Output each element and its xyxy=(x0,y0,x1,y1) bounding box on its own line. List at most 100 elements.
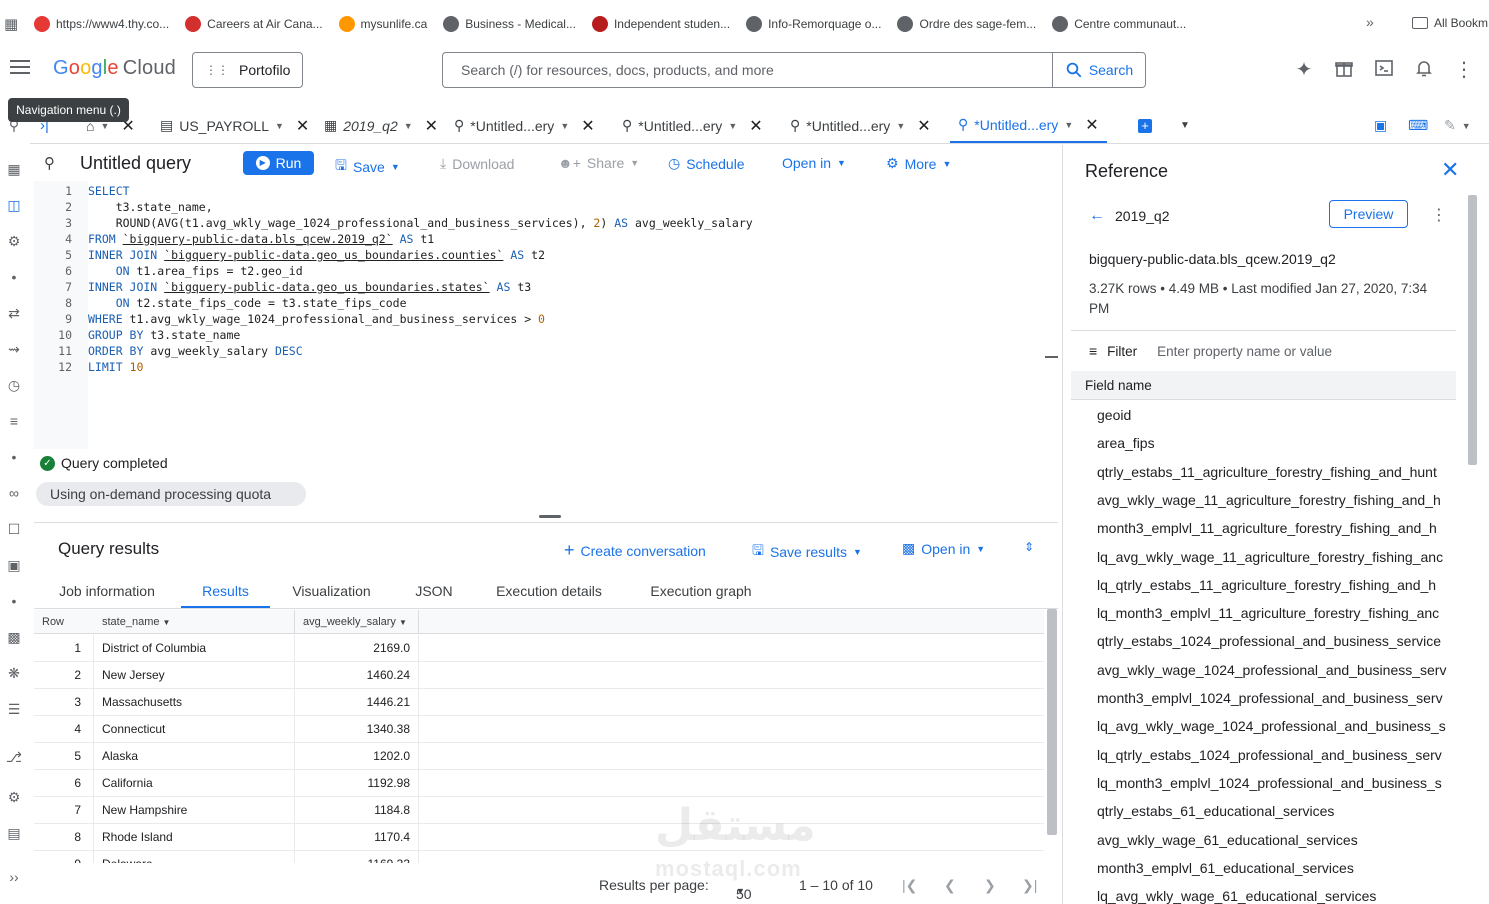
field-item[interactable]: lq_avg_wkly_wage_61_educational_services xyxy=(1097,882,1457,904)
state-name-cell[interactable]: District of Columbia xyxy=(94,635,295,662)
tab-overflow-button[interactable]: ▼ xyxy=(1180,108,1190,143)
more-vert-icon[interactable]: ⋮ xyxy=(1431,205,1447,225)
table-row[interactable]: 2 New Jersey 1460.24 xyxy=(34,662,1044,689)
expand-results-icon[interactable]: ⇕ xyxy=(1024,540,1034,554)
table-row[interactable]: 3 Massachusetts 1446.21 xyxy=(34,689,1044,716)
bookmark-item[interactable]: mysunlife.ca xyxy=(331,10,436,38)
gemini-sparkle-icon[interactable]: ✦ xyxy=(1292,58,1316,82)
lock-icon[interactable]: ☐ xyxy=(5,520,23,538)
bookmarks-overflow-icon[interactable]: » xyxy=(1366,14,1374,30)
tab-results[interactable]: Results xyxy=(181,573,270,608)
bookmark-item[interactable]: https://www4.thy.co... xyxy=(26,10,177,38)
gear-badge-icon[interactable]: ⚙ xyxy=(5,232,23,250)
field-item[interactable]: qtrly_estabs_61_educational_services xyxy=(1097,797,1457,825)
row-number-cell[interactable]: 2 xyxy=(34,662,94,689)
close-icon[interactable]: ✕ xyxy=(749,116,762,136)
reference-scrollbar[interactable] xyxy=(1468,195,1477,465)
close-icon[interactable]: ✕ xyxy=(425,116,438,136)
query-title[interactable]: Untitled query xyxy=(80,153,191,174)
hamburger-menu-icon[interactable] xyxy=(8,56,32,80)
salary-cell[interactable]: 1169.33 xyxy=(295,851,419,863)
salary-cell[interactable]: 1446.21 xyxy=(295,689,419,716)
first-page-icon[interactable]: |❮ xyxy=(902,877,917,894)
run-button[interactable]: ▶ Run xyxy=(243,151,314,175)
expand-rail-icon[interactable]: ›› xyxy=(5,868,23,886)
field-item[interactable]: lq_qtrly_estabs_1024_professional_and_bu… xyxy=(1097,741,1457,769)
state-name-cell[interactable]: Alaska xyxy=(94,743,295,770)
previous-page-icon[interactable]: ❮ xyxy=(944,877,956,894)
state-name-cell[interactable]: Connecticut xyxy=(94,716,295,743)
bookmark-item[interactable]: Ordre des sage-fem... xyxy=(889,10,1044,38)
salary-cell[interactable]: 1170.4 xyxy=(295,824,419,851)
state-name-cell[interactable]: Rhode Island xyxy=(94,824,295,851)
field-item[interactable]: qtrly_estabs_11_agriculture_forestry_fis… xyxy=(1097,458,1457,486)
more-vert-icon[interactable]: ⋮ xyxy=(1452,58,1476,82)
table-row[interactable]: 4 Connecticut 1340.38 xyxy=(34,716,1044,743)
bookmark-item[interactable]: Centre communaut... xyxy=(1044,10,1194,38)
keyboard-icon[interactable]: ⌨ xyxy=(1408,108,1428,143)
field-item[interactable]: lq_avg_wkly_wage_1024_professional_and_b… xyxy=(1097,712,1457,740)
field-item[interactable]: avg_wkly_wage_11_agriculture_forestry_fi… xyxy=(1097,486,1457,514)
splitter-drag-handle[interactable] xyxy=(539,515,561,518)
table-row[interactable]: 5 Alaska 1202.0 xyxy=(34,743,1044,770)
tab-job-information[interactable]: Job information xyxy=(42,573,172,608)
download-button[interactable]: ⤓ Download xyxy=(440,155,514,172)
field-item[interactable]: month3_emplvl_1024_professional_and_busi… xyxy=(1097,684,1457,712)
field-item[interactable]: lq_avg_wkly_wage_11_agriculture_forestry… xyxy=(1097,543,1457,571)
tab-table[interactable]: ▦ 2019_q2 ▼ ✕ xyxy=(324,108,438,143)
cloud-shell-icon[interactable] xyxy=(1372,58,1396,82)
field-item[interactable]: avg_wkly_wage_1024_professional_and_busi… xyxy=(1097,656,1457,684)
tab-query[interactable]: ⚲ *Untitled...ery ▼ ✕ xyxy=(622,108,763,143)
notifications-bell-icon[interactable] xyxy=(1412,58,1436,82)
row-number-cell[interactable]: 8 xyxy=(34,824,94,851)
release-notes-icon[interactable]: ▤ xyxy=(5,824,23,842)
field-item[interactable]: lq_month3_emplvl_11_agriculture_forestry… xyxy=(1097,599,1457,627)
tab-execution-details[interactable]: Execution details xyxy=(482,573,616,608)
close-icon[interactable]: ✕ xyxy=(1441,157,1459,183)
gift-icon[interactable] xyxy=(1332,58,1356,82)
save-button[interactable]: 🖫 Save ▼ xyxy=(335,155,400,179)
table-row[interactable]: 1 District of Columbia 2169.0 xyxy=(34,635,1044,662)
transfers-icon[interactable]: ⇄ xyxy=(5,304,23,322)
edit-wand-button[interactable]: ✎ ▼ xyxy=(1444,108,1471,143)
google-cloud-logo[interactable]: Google Cloud xyxy=(53,57,176,80)
search-button[interactable]: Search xyxy=(1052,52,1146,88)
state-name-cell[interactable]: Delaware xyxy=(94,851,295,863)
row-number-cell[interactable]: 7 xyxy=(34,797,94,824)
column-header-state-name[interactable]: state_name ▼ xyxy=(94,610,295,634)
close-icon[interactable]: ✕ xyxy=(581,116,594,136)
field-filter[interactable]: ≡ Filter Enter property name or value xyxy=(1089,343,1332,359)
tab-query[interactable]: ⚲ *Untitled...ery ▼ ✕ xyxy=(454,108,595,143)
state-name-cell[interactable]: New Jersey xyxy=(94,662,295,689)
sql-editor[interactable]: 1 SELECT 2 t3.state_name, 3 ROUND(AVG(t1.av… xyxy=(34,181,1058,449)
field-item[interactable]: lq_month3_emplvl_1024_professional_and_b… xyxy=(1097,769,1457,797)
hierarchy-icon[interactable]: ⎇ xyxy=(5,748,23,766)
row-number-cell[interactable]: 1 xyxy=(34,635,94,662)
state-name-cell[interactable]: California xyxy=(94,770,295,797)
project-selector-button[interactable]: ⋮⋮ Portofilo xyxy=(192,52,303,88)
list-icon[interactable]: ≡ xyxy=(5,412,23,430)
all-bookmarks-button[interactable]: All Bookm xyxy=(1412,16,1488,30)
explorer-icon[interactable]: ◫ xyxy=(5,196,23,214)
tab-visualization[interactable]: Visualization xyxy=(279,573,384,608)
schedule-button[interactable]: ◷ Schedule xyxy=(668,155,745,172)
field-item[interactable]: avg_wkly_wage_61_educational_services xyxy=(1097,826,1457,854)
salary-cell[interactable]: 1202.0 xyxy=(295,743,419,770)
monitoring-chart-icon[interactable]: ▩ xyxy=(5,628,23,646)
row-number-cell[interactable]: 9 xyxy=(34,851,94,863)
salary-cell[interactable]: 1460.24 xyxy=(295,662,419,689)
create-conversation-button[interactable]: + Create conversation xyxy=(564,540,706,561)
share-button[interactable]: ☻+ Share ▼ xyxy=(558,155,639,171)
state-name-cell[interactable]: Massachusetts xyxy=(94,689,295,716)
field-item[interactable]: month3_emplvl_11_agriculture_forestry_fi… xyxy=(1097,514,1457,542)
tune-icon[interactable]: ☰ xyxy=(5,700,23,718)
reference-back-button[interactable]: ← 2019_q2 xyxy=(1089,207,1170,225)
binoculars-icon[interactable]: ∞ xyxy=(5,484,23,502)
tab-dataset[interactable]: ▤ US_PAYROLL ▼ ✕ xyxy=(160,108,309,143)
salary-cell[interactable]: 1184.8 xyxy=(295,797,419,824)
preview-button[interactable]: Preview xyxy=(1329,200,1408,228)
row-number-cell[interactable]: 4 xyxy=(34,716,94,743)
salary-cell[interactable]: 1340.38 xyxy=(295,716,419,743)
apps-grid-icon[interactable]: ▦ xyxy=(4,15,26,33)
studio-grid-icon[interactable]: ▦ xyxy=(5,160,23,178)
